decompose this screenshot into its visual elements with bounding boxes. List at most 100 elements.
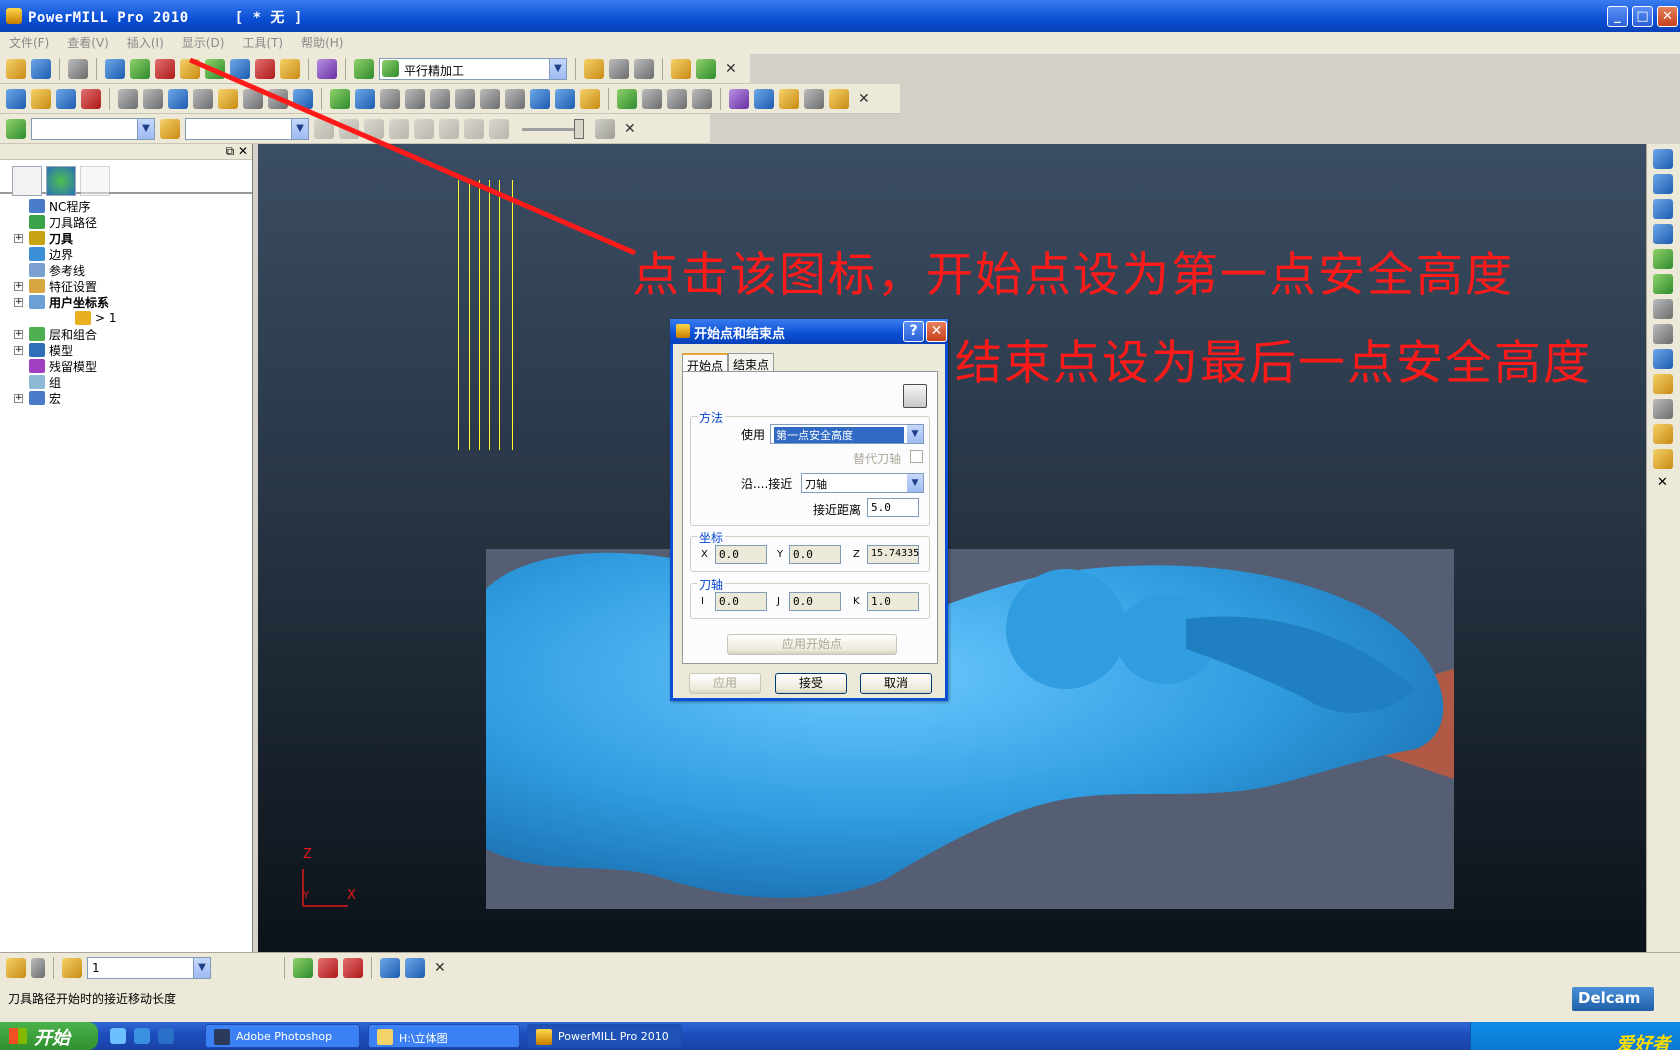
feed-rate-icon[interactable]: [155, 59, 175, 79]
chevron-down-icon[interactable]: ▼: [193, 958, 210, 978]
toolpath-combo[interactable]: ▼: [31, 118, 155, 140]
view-front-icon[interactable]: [1653, 149, 1673, 169]
explorer-close-icon[interactable]: ⧉ ✕: [226, 144, 248, 159]
tree-node[interactable]: + 模型: [14, 342, 252, 358]
start-button[interactable]: 开始: [0, 1022, 98, 1050]
approach-distance-input[interactable]: 5.0: [867, 498, 919, 517]
speed-slider[interactable]: [522, 118, 584, 139]
x-input[interactable]: 0.0: [715, 545, 767, 564]
pause-icon[interactable]: [339, 119, 359, 139]
model-icon[interactable]: [6, 89, 26, 109]
chevron-down-icon[interactable]: ▼: [291, 119, 308, 139]
open-model-icon[interactable]: [31, 89, 51, 109]
calendar-icon[interactable]: [268, 89, 288, 109]
toolpath-select-icon[interactable]: [6, 119, 26, 139]
toolbar-close-icon[interactable]: ✕: [430, 960, 450, 976]
globe-icon[interactable]: [1653, 399, 1673, 419]
ruler-icon[interactable]: [634, 59, 654, 79]
task-folder[interactable]: H:\立体图: [368, 1024, 520, 1048]
texture-icon[interactable]: [218, 89, 238, 109]
task-powermill[interactable]: PowerMILL Pro 2010 ...: [527, 1024, 682, 1050]
table-icon[interactable]: [505, 89, 525, 109]
alt-axis-checkbox[interactable]: [910, 450, 923, 463]
edit-workplane-icon[interactable]: [293, 958, 313, 978]
pencil-icon[interactable]: [380, 958, 400, 978]
tool-database-icon[interactable]: [671, 59, 691, 79]
shaded-view-icon[interactable]: [1653, 349, 1673, 369]
speed-slider-thumb[interactable]: [574, 118, 584, 139]
tool-icon[interactable]: [280, 59, 300, 79]
text-icon[interactable]: [804, 89, 824, 109]
link-icon[interactable]: [667, 89, 687, 109]
tool-list-icon[interactable]: [829, 89, 849, 109]
shape-icon[interactable]: [455, 89, 475, 109]
clock-icon[interactable]: [580, 89, 600, 109]
toolbar-close-icon[interactable]: ✕: [854, 91, 874, 107]
tree-node[interactable]: 组: [14, 374, 252, 390]
powermill-app-icon[interactable]: [6, 8, 22, 24]
minimize-button[interactable]: _: [1607, 6, 1628, 27]
expand-icon[interactable]: +: [14, 281, 23, 291]
scissors-icon[interactable]: [405, 958, 425, 978]
open-icon[interactable]: [6, 59, 26, 79]
pen-icon[interactable]: [355, 89, 375, 109]
tree-node[interactable]: + 宏: [14, 390, 252, 406]
menu-display[interactable]: 显示(D): [173, 32, 234, 51]
tool-select-icon[interactable]: [160, 119, 180, 139]
rapid-move-icon[interactable]: [130, 59, 150, 79]
toolpath-strategy-icon[interactable]: [354, 59, 374, 79]
zoom-box-icon[interactable]: [1653, 324, 1673, 344]
globe-tab[interactable]: [46, 166, 76, 196]
apply-start-point-button[interactable]: 应用开始点: [727, 634, 897, 655]
calculate-icon[interactable]: [584, 59, 604, 79]
chevron-down-icon[interactable]: ▼: [549, 59, 566, 79]
chevron-down-icon[interactable]: ▼: [907, 474, 923, 492]
view-top-icon[interactable]: [1653, 174, 1673, 194]
calculator-icon[interactable]: [609, 59, 629, 79]
expand-icon[interactable]: +: [14, 233, 23, 243]
tool-combo[interactable]: ▼: [185, 118, 309, 140]
go-start-icon[interactable]: [464, 119, 484, 139]
cross-icon[interactable]: [530, 89, 550, 109]
points-icon[interactable]: [255, 59, 275, 79]
expand-icon[interactable]: +: [14, 297, 23, 307]
layer-icon[interactable]: [143, 89, 163, 109]
rewind-icon[interactable]: [414, 119, 434, 139]
fast-forward-icon[interactable]: [439, 119, 459, 139]
tree-tab[interactable]: [12, 166, 42, 196]
maximize-button[interactable]: □: [1632, 6, 1653, 27]
delete-icon[interactable]: [81, 89, 101, 109]
shaded-icon[interactable]: [168, 89, 188, 109]
tool-axis-icon[interactable]: [230, 59, 250, 79]
step-forward-icon[interactable]: [389, 119, 409, 139]
shade-toggle-icon[interactable]: [1653, 374, 1673, 394]
expand-icon[interactable]: +: [14, 345, 23, 355]
transform-icon[interactable]: [696, 59, 716, 79]
chevron-down-icon[interactable]: ▼: [137, 119, 154, 139]
chevron-down-icon[interactable]: ▼: [907, 425, 923, 443]
i-input[interactable]: 0.0: [715, 592, 767, 611]
cube-icon[interactable]: [729, 89, 749, 109]
block-icon[interactable]: [105, 59, 125, 79]
wireframe-icon[interactable]: [193, 89, 213, 109]
ncprogram-icon[interactable]: [317, 59, 337, 79]
info-icon[interactable]: [293, 89, 313, 109]
tree-node[interactable]: + 层和组合: [14, 326, 252, 342]
save-model-icon[interactable]: [56, 89, 76, 109]
grid-icon[interactable]: [243, 89, 263, 109]
play-icon[interactable]: [314, 119, 334, 139]
align-icon[interactable]: [318, 958, 338, 978]
view-iso-icon[interactable]: [1653, 224, 1673, 244]
tree-node[interactable]: + 特征设置: [14, 278, 252, 294]
select-icon[interactable]: [118, 89, 138, 109]
grid-snap-icon[interactable]: [62, 958, 82, 978]
help-button[interactable]: ?: [903, 321, 924, 342]
level-icon[interactable]: [430, 89, 450, 109]
select-cursor-icon[interactable]: [1653, 424, 1673, 444]
workplane-combo[interactable]: 1 ▼: [87, 957, 211, 979]
refresh-icon[interactable]: [1653, 274, 1673, 294]
y-input[interactable]: 0.0: [789, 545, 841, 564]
desktop-icon[interactable]: [110, 1028, 126, 1044]
frame-icon[interactable]: [754, 89, 774, 109]
html-tab[interactable]: [80, 166, 110, 196]
